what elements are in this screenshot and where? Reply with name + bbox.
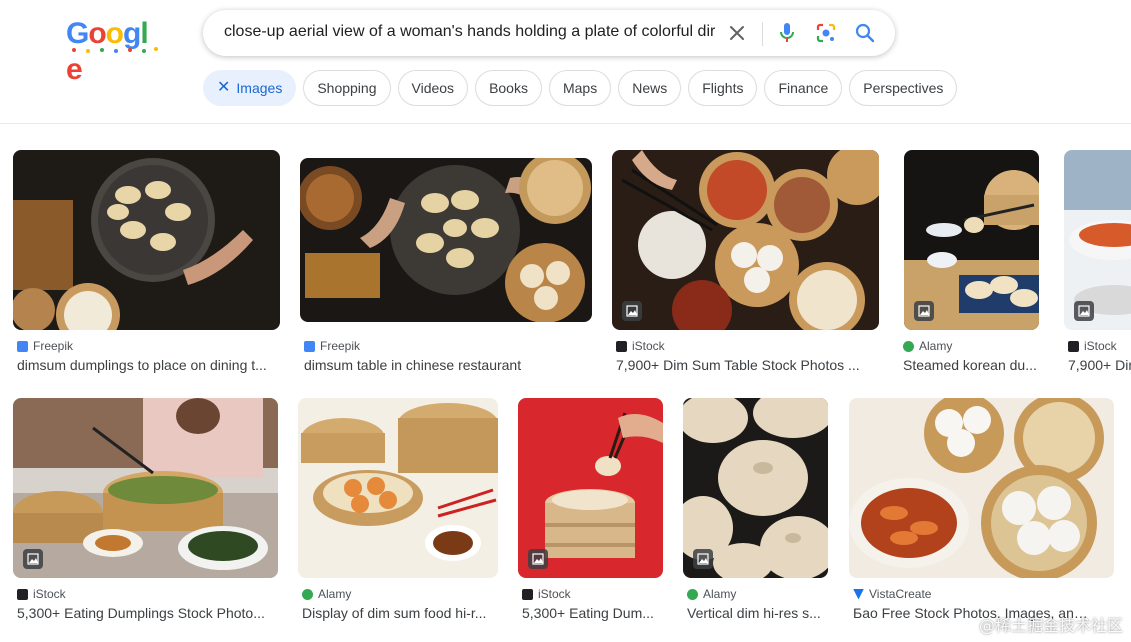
search-box[interactable]: close-up aerial view of a woman's hands … bbox=[203, 10, 895, 56]
alamy-favicon-icon bbox=[302, 588, 313, 600]
source-name: VistaCreate bbox=[869, 587, 932, 601]
result-source[interactable]: Freepik bbox=[304, 339, 360, 353]
chip-perspectives[interactable]: Perspectives bbox=[849, 70, 958, 106]
result-title[interactable]: 5,300+ Eating Dumplings Stock Photo... bbox=[17, 605, 278, 621]
clear-icon[interactable] bbox=[725, 21, 749, 45]
image-icon bbox=[622, 301, 642, 321]
source-name: iStock bbox=[632, 339, 665, 353]
chip-books[interactable]: Books bbox=[475, 70, 542, 106]
result-source[interactable]: iStock bbox=[522, 587, 571, 601]
chip-label: Shopping bbox=[317, 80, 377, 96]
source-name: Alamy bbox=[703, 587, 737, 601]
result-title[interactable]: 7,900+ Dim bbox=[1068, 357, 1131, 373]
istock-favicon-icon bbox=[616, 340, 627, 352]
source-name: iStock bbox=[33, 587, 66, 601]
chip-label: Perspectives bbox=[863, 80, 944, 96]
image-icon bbox=[1074, 301, 1094, 321]
result-title[interactable]: 5,300+ Eating Dum... bbox=[522, 605, 663, 621]
result-thumbnail[interactable] bbox=[1064, 150, 1131, 330]
result-source[interactable]: Alamy bbox=[302, 587, 351, 601]
result-thumbnail[interactable] bbox=[300, 158, 592, 322]
logo-doodle-dots bbox=[72, 47, 158, 53]
result-title[interactable]: Steamed korean du... bbox=[903, 357, 1041, 373]
chip-label: Images bbox=[236, 80, 283, 96]
freepik-favicon-icon bbox=[17, 340, 28, 352]
result-source[interactable]: Alamy bbox=[687, 587, 736, 601]
istock-favicon-icon bbox=[1068, 340, 1079, 352]
istock-favicon-icon bbox=[17, 588, 28, 600]
result-source[interactable]: Alamy bbox=[903, 339, 952, 353]
chip-videos[interactable]: Videos bbox=[397, 70, 469, 106]
result-title[interactable]: dimsum dumplings to place on dining t... bbox=[17, 357, 280, 373]
search-input[interactable]: close-up aerial view of a woman's hands … bbox=[224, 23, 716, 41]
chip-label: Maps bbox=[562, 80, 598, 96]
chip-maps[interactable]: Maps bbox=[548, 70, 612, 106]
istock-favicon-icon bbox=[522, 588, 533, 600]
result-thumbnail[interactable] bbox=[13, 150, 280, 330]
image-results-grid: Freepik dimsum dumplings to place on din… bbox=[0, 124, 1131, 642]
source-name: Freepik bbox=[33, 339, 74, 353]
chip-shopping[interactable]: Shopping bbox=[303, 70, 391, 106]
google-logo[interactable]: Google bbox=[66, 16, 160, 86]
result-title[interactable]: Display of dim sum food hi-r... bbox=[302, 605, 498, 621]
lens-camera-icon[interactable] bbox=[814, 21, 838, 45]
chip-label: Videos bbox=[411, 80, 455, 96]
close-icon[interactable]: ✕ bbox=[217, 80, 230, 96]
header: Google close-up aerial view of a woman's… bbox=[0, 0, 1131, 124]
chip-finance[interactable]: Finance bbox=[764, 70, 843, 106]
result-thumbnail[interactable] bbox=[13, 398, 278, 578]
image-icon bbox=[23, 549, 43, 569]
result-source[interactable]: iStock bbox=[616, 339, 665, 353]
chip-flights[interactable]: Flights bbox=[688, 70, 758, 106]
chip-label: Flights bbox=[702, 80, 744, 96]
result-title[interactable]: dimsum table in chinese restaurant bbox=[304, 357, 592, 373]
result-title[interactable]: Vertical dim hi-res s... bbox=[687, 605, 828, 621]
search-icon[interactable] bbox=[853, 21, 877, 45]
alamy-favicon-icon bbox=[903, 340, 914, 352]
watermark: @稀土掘金技术社区 bbox=[978, 616, 1123, 635]
result-title[interactable]: 7,900+ Dim Sum Table Stock Photos ... bbox=[616, 357, 879, 373]
freepik-favicon-icon bbox=[304, 340, 315, 352]
result-source[interactable]: iStock bbox=[17, 587, 66, 601]
chip-label: Finance bbox=[778, 80, 829, 96]
source-name: Alamy bbox=[919, 339, 953, 353]
search-divider bbox=[762, 22, 763, 46]
source-name: iStock bbox=[1084, 339, 1117, 353]
result-thumbnail[interactable] bbox=[849, 398, 1114, 578]
chip-images[interactable]: ✕ Images bbox=[203, 70, 297, 106]
source-name: iStock bbox=[538, 587, 571, 601]
image-icon bbox=[914, 301, 934, 321]
microphone-icon[interactable] bbox=[775, 21, 799, 45]
result-source[interactable]: iStock bbox=[1068, 339, 1117, 353]
chip-label: News bbox=[632, 80, 668, 96]
chip-news[interactable]: News bbox=[618, 70, 682, 106]
result-thumbnail[interactable] bbox=[298, 398, 498, 578]
source-name: Freepik bbox=[320, 339, 361, 353]
image-icon bbox=[693, 549, 713, 569]
alamy-favicon-icon bbox=[687, 588, 698, 600]
result-thumbnail[interactable] bbox=[904, 150, 1039, 330]
result-thumbnail[interactable] bbox=[612, 150, 879, 330]
image-icon bbox=[528, 549, 548, 569]
logo-letter: e bbox=[66, 53, 83, 86]
filter-chips: ✕ Images Shopping Videos Books Maps News … bbox=[203, 70, 958, 106]
chip-label: Books bbox=[489, 80, 528, 96]
vistacreate-favicon-icon bbox=[853, 588, 864, 600]
result-source[interactable]: VistaCreate bbox=[853, 587, 931, 601]
result-thumbnail[interactable] bbox=[518, 398, 663, 578]
result-thumbnail[interactable] bbox=[683, 398, 828, 578]
result-source[interactable]: Freepik bbox=[17, 339, 73, 353]
source-name: Alamy bbox=[318, 587, 352, 601]
